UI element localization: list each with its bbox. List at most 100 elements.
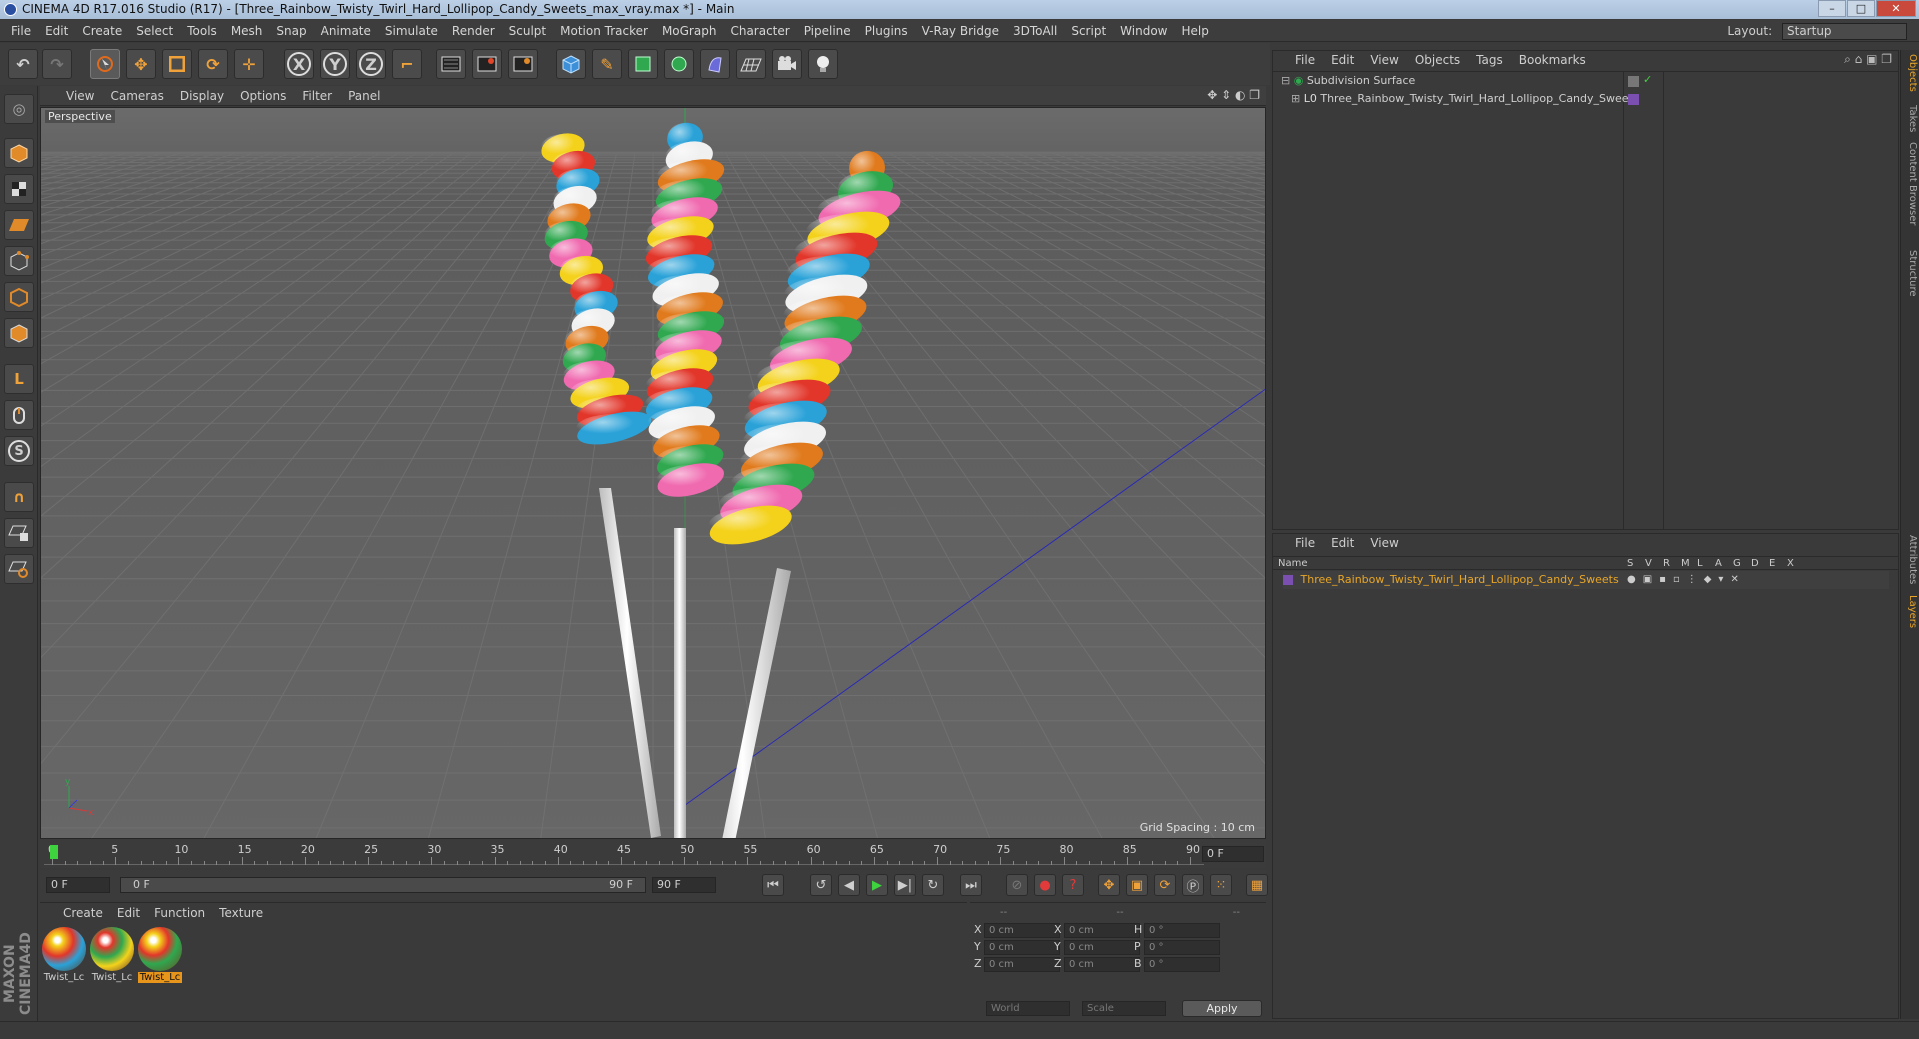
solo-mode-icon[interactable]: S (4, 436, 34, 466)
axis-y-icon[interactable]: Y (320, 49, 350, 79)
timeline-ruler[interactable]: 051015202530354045505560657075808590 0 F (40, 840, 1266, 868)
menu-snap[interactable]: Snap (269, 20, 313, 42)
object-menu-tags[interactable]: Tags (1468, 51, 1511, 69)
polygons-mode-icon[interactable] (4, 318, 34, 348)
workplane-icon[interactable] (4, 210, 34, 240)
coord-rotation-field[interactable]: 0 ° (1144, 940, 1220, 955)
layer-color-icon[interactable] (1628, 94, 1639, 105)
undo-icon[interactable]: ↶ (8, 49, 38, 79)
goto-start-icon[interactable]: ⏮ (762, 874, 784, 896)
menu-motion-tracker[interactable]: Motion Tracker (553, 20, 655, 42)
object-menu-edit[interactable]: Edit (1323, 51, 1362, 69)
material-swatch[interactable]: Twist_Lc (90, 927, 134, 985)
viewport-menu-panel[interactable]: Panel (340, 86, 388, 106)
next-frame-icon[interactable]: ▶| (894, 874, 916, 896)
coord-size-field[interactable]: 0 cm (1064, 923, 1140, 938)
render-settings-icon[interactable] (508, 49, 538, 79)
tab-layers[interactable]: Layers (1903, 595, 1918, 628)
minimize-button[interactable]: – (1818, 0, 1846, 17)
key-pla-icon[interactable]: ⁙ (1210, 874, 1232, 896)
end-frame-field[interactable]: 90 F (652, 877, 716, 893)
layer-menu-file[interactable]: File (1287, 534, 1323, 552)
tab-content-browser[interactable]: Content Browser (1903, 142, 1918, 225)
coord-rotation-field[interactable]: 0 ° (1144, 957, 1220, 972)
material-swatch-active[interactable]: Twist_Lc (138, 927, 182, 985)
menu-window[interactable]: Window (1113, 20, 1174, 42)
viewport-menu-filter[interactable]: Filter (294, 86, 340, 106)
cube-primitive-icon[interactable] (556, 49, 586, 79)
object-menu-objects[interactable]: Objects (1407, 51, 1468, 69)
material-menu-function[interactable]: Function (147, 903, 212, 923)
menu-plugins[interactable]: Plugins (858, 20, 915, 42)
coord-mode-world-dropdown[interactable]: World (986, 1001, 1070, 1016)
menu-script[interactable]: Script (1064, 20, 1113, 42)
render-picture-viewer-icon[interactable] (472, 49, 502, 79)
timeline-track[interactable]: 051015202530354045505560657075808590 (44, 843, 1204, 865)
prev-frame-icon[interactable]: ◀ (838, 874, 860, 896)
axis-z-icon[interactable]: Z (356, 49, 386, 79)
material-menu-texture[interactable]: Texture (212, 903, 270, 923)
tweak-mode-icon[interactable] (4, 400, 34, 430)
maximize-button[interactable]: □ (1847, 0, 1875, 17)
coord-size-field[interactable]: 0 cm (1064, 957, 1140, 972)
deformer-icon[interactable] (700, 49, 730, 79)
menu-mograph[interactable]: MoGraph (655, 20, 724, 42)
menu-3dtoall[interactable]: 3DToAll (1006, 20, 1064, 42)
record-keys-icon[interactable]: ⊘ (1006, 874, 1028, 896)
frame-range-slider[interactable]: 0 F 90 F (120, 877, 646, 893)
coord-position-field[interactable]: 0 cm (984, 923, 1060, 938)
floor-icon[interactable] (736, 49, 766, 79)
menu-tools[interactable]: Tools (180, 20, 224, 42)
autokey-icon[interactable]: ● (1034, 874, 1056, 896)
tab-attributes[interactable]: Attributes (1903, 535, 1918, 584)
scale-icon[interactable] (162, 49, 192, 79)
menu-edit[interactable]: Edit (38, 20, 75, 42)
make-editable-icon[interactable]: ◎ (4, 94, 34, 124)
axis-mode-icon[interactable]: L (4, 364, 34, 394)
redo-icon[interactable]: ↷ (42, 49, 72, 79)
array-icon[interactable] (664, 49, 694, 79)
layer-tag-icon[interactable] (1628, 76, 1639, 87)
key-parameter-icon[interactable]: Ⓟ (1182, 874, 1204, 896)
edges-mode-icon[interactable] (4, 282, 34, 312)
select-pointer-icon[interactable] (90, 49, 120, 79)
timeline-cursor[interactable] (50, 845, 58, 859)
timeline-window-icon[interactable]: ▦ (1246, 874, 1268, 896)
prev-key-icon[interactable]: ↺ (810, 874, 832, 896)
light-icon[interactable] (808, 49, 838, 79)
coord-mode-scale-dropdown[interactable]: Scale (1082, 1001, 1166, 1016)
start-frame-field[interactable]: 0 F (46, 877, 110, 893)
menu-help[interactable]: Help (1174, 20, 1215, 42)
layout-dropdown[interactable]: Startup (1782, 23, 1907, 40)
menu-create[interactable]: Create (75, 20, 129, 42)
object-menu-bookmarks[interactable]: Bookmarks (1511, 51, 1594, 69)
coordinate-system-icon[interactable]: ⌐ (392, 49, 422, 79)
layer-color-swatch[interactable] (1283, 575, 1293, 585)
workplane-rotate-icon[interactable] (4, 554, 34, 584)
menu-mesh[interactable]: Mesh (224, 20, 270, 42)
texture-mode-icon[interactable] (4, 174, 34, 204)
coord-rotation-field[interactable]: 0 ° (1144, 923, 1220, 938)
collapse-icon[interactable]: ⊟ (1281, 74, 1290, 87)
tab-objects[interactable]: Objects (1903, 54, 1918, 92)
points-mode-icon[interactable] (4, 246, 34, 276)
menu-simulate[interactable]: Simulate (378, 20, 445, 42)
material-swatch[interactable]: Twist_Lc (42, 927, 86, 985)
pen-spline-icon[interactable]: ✎ (592, 49, 622, 79)
tab-structure[interactable]: Structure (1903, 250, 1918, 297)
layer-row[interactable]: Three_Rainbow_Twisty_Twirl_Hard_Lollipop… (1283, 571, 1889, 589)
key-scale-icon[interactable]: ▣ (1126, 874, 1148, 896)
render-view-icon[interactable] (436, 49, 466, 79)
coord-size-field[interactable]: 0 cm (1064, 940, 1140, 955)
object-menu-file[interactable]: File (1287, 51, 1323, 69)
goto-end-icon[interactable]: ⏭ (960, 874, 982, 896)
axis-x-icon[interactable]: X (284, 49, 314, 79)
keyframe-selection-icon[interactable]: ? (1062, 874, 1084, 896)
menu-select[interactable]: Select (129, 20, 180, 42)
enabled-check-icon[interactable]: ✓ (1643, 73, 1652, 86)
menu-animate[interactable]: Animate (314, 20, 378, 42)
key-rotation-icon[interactable]: ⟳ (1154, 874, 1176, 896)
menu-render[interactable]: Render (445, 20, 502, 42)
viewport-menu-view[interactable]: View (58, 86, 102, 106)
perspective-viewport[interactable]: y x Perspective Grid Spacing : 10 cm (40, 107, 1266, 839)
